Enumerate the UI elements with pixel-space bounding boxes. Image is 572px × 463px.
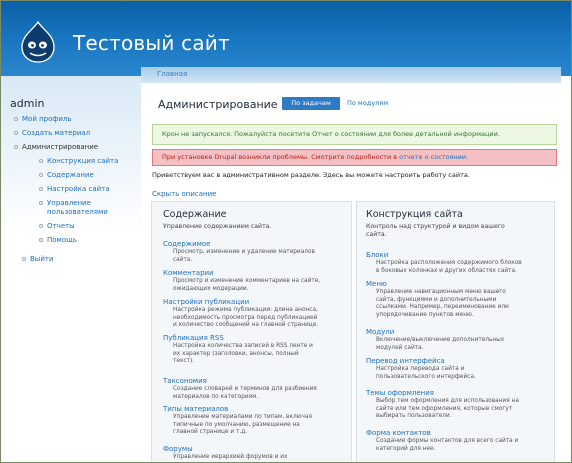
- sidebar-title: admin: [10, 97, 45, 110]
- bullet-icon: [39, 224, 43, 228]
- bullet-icon: [22, 257, 26, 261]
- hide-descriptions-link[interactable]: Скрыть описание: [152, 190, 217, 198]
- sidebar-item-label: Помощь: [47, 236, 77, 244]
- status-report-link[interactable]: отчете о состоянии.: [399, 153, 468, 161]
- bullet-icon: [39, 187, 43, 191]
- sidebar-item-label: Администрирование: [22, 143, 99, 151]
- bullet-icon: [14, 131, 18, 135]
- sidebar-item-label: Отчеты: [47, 222, 75, 230]
- sidebar-item-label: Конструкция сайта: [47, 157, 119, 165]
- error-message: При установке Drupal возникли проблемы. …: [152, 149, 557, 166]
- site-name[interactable]: Тестовый сайт: [73, 31, 230, 55]
- bullet-icon: [39, 238, 43, 242]
- admin-link-comments[interactable]: Комментарии: [163, 269, 214, 277]
- admin-link-blocks[interactable]: Блоки: [366, 251, 388, 259]
- panel-description: Контроль над структурой и видом вашего са…: [366, 223, 505, 238]
- admin-link-description: Настройка режима публикации: длина анонс…: [173, 307, 319, 329]
- admin-link-content-types[interactable]: Типы материалов: [163, 405, 228, 413]
- sidebar-item-logout[interactable]: Выйти: [22, 255, 54, 264]
- admin-link-menus[interactable]: Меню: [366, 280, 387, 288]
- sidebar-item-administer[interactable]: Администрирование: [14, 143, 98, 152]
- admin-link-description: Просмотр, изменение и удаление материало…: [173, 249, 315, 263]
- admin-link-contact-form[interactable]: Форма контактов: [366, 429, 431, 437]
- admin-link-description: Создание словарей и терминов для разбиен…: [173, 386, 317, 400]
- sidebar-item-user-management-line2[interactable]: пользователями: [47, 208, 108, 217]
- sidebar-item-label: Выйти: [30, 255, 54, 263]
- admin-link-description: Управление иерархией форумов и их: [173, 454, 288, 460]
- sidebar-item-site-building[interactable]: Конструкция сайта: [39, 157, 118, 166]
- browser-frame: Тестовый сайт Главная admin Мой профиль …: [0, 0, 572, 463]
- admin-link-description: Управление материалами по типам, включая…: [173, 414, 313, 436]
- status-message: Крон не запускался. Пожалуйста посетите …: [152, 124, 557, 145]
- sidebar-item-label: Настройка сайта: [47, 185, 110, 193]
- sidebar-item-site-config[interactable]: Настройка сайта: [39, 185, 110, 194]
- admin-link-description: Создание формы контактов для всего сайта…: [376, 438, 519, 452]
- admin-link-description: Настройка перевода сайта и пользовательск…: [376, 366, 476, 380]
- admin-link-modules[interactable]: Модули: [366, 328, 394, 336]
- welcome-text: Приветствуем вас в административном разд…: [152, 171, 470, 179]
- page-title: Администрирование: [158, 98, 278, 111]
- admin-link-description: Управление навигационным меню вашего сайт…: [376, 289, 509, 318]
- breadcrumb[interactable]: Главная: [157, 70, 187, 78]
- sidebar-item-label: Содержание: [47, 171, 94, 179]
- bullet-icon: [14, 145, 18, 149]
- sidebar-item-label: Создать материал: [22, 129, 91, 137]
- admin-link-description: Включение/выключение дополнительных модул…: [376, 337, 505, 351]
- bullet-icon: [39, 173, 43, 177]
- admin-link-themes[interactable]: Темы оформления: [366, 389, 434, 397]
- sidebar-item-label: Мой профиль: [22, 115, 72, 123]
- admin-link-description: Выбор тем оформления для использования н…: [376, 398, 519, 420]
- admin-link-content[interactable]: Содержимое: [163, 240, 211, 248]
- admin-link-description: Настройка количества записей в RSS ленте…: [173, 343, 313, 365]
- admin-link-post-settings[interactable]: Настройки публикации: [163, 298, 249, 306]
- admin-link-description: Настройка расположения содержимого блоко…: [376, 260, 522, 274]
- panel-title: Конструкция сайта: [366, 209, 463, 220]
- sidebar-item-user-management[interactable]: Управление: [39, 199, 91, 208]
- admin-link-description: Просмотр и изменение комментариев на сай…: [173, 278, 321, 292]
- sidebar-item-label: пользователями: [47, 208, 108, 216]
- sidebar-item-my-profile[interactable]: Мой профиль: [14, 115, 72, 124]
- bullet-icon: [39, 159, 43, 163]
- admin-link-taxonomy[interactable]: Таксономия: [163, 377, 207, 385]
- admin-link-translate-interface[interactable]: Перевод интерфейса: [366, 357, 445, 365]
- sidebar-item-label: Управление: [47, 199, 91, 207]
- error-message-text: При установке Drupal возникли проблемы. …: [162, 153, 400, 161]
- sidebar-item-create-content[interactable]: Создать материал: [14, 129, 90, 138]
- bullet-icon: [39, 201, 43, 205]
- bullet-icon: [14, 117, 18, 121]
- tab-by-task[interactable]: По задачам: [282, 97, 340, 110]
- drupal-logo-icon[interactable]: [20, 21, 56, 63]
- admin-link-rss-publishing[interactable]: Публикация RSS: [163, 334, 224, 342]
- sidebar-item-reports[interactable]: Отчеты: [39, 222, 75, 231]
- panel-description: Управление содержанием сайта.: [163, 223, 272, 230]
- tab-by-module[interactable]: По модулям: [347, 97, 397, 110]
- admin-link-forums[interactable]: Форумы: [163, 445, 193, 453]
- breadcrumb-bar: [141, 67, 561, 83]
- sidebar-item-content[interactable]: Содержание: [39, 171, 94, 180]
- panel-title: Содержание: [163, 209, 227, 220]
- sidebar-item-help[interactable]: Помощь: [39, 236, 77, 245]
